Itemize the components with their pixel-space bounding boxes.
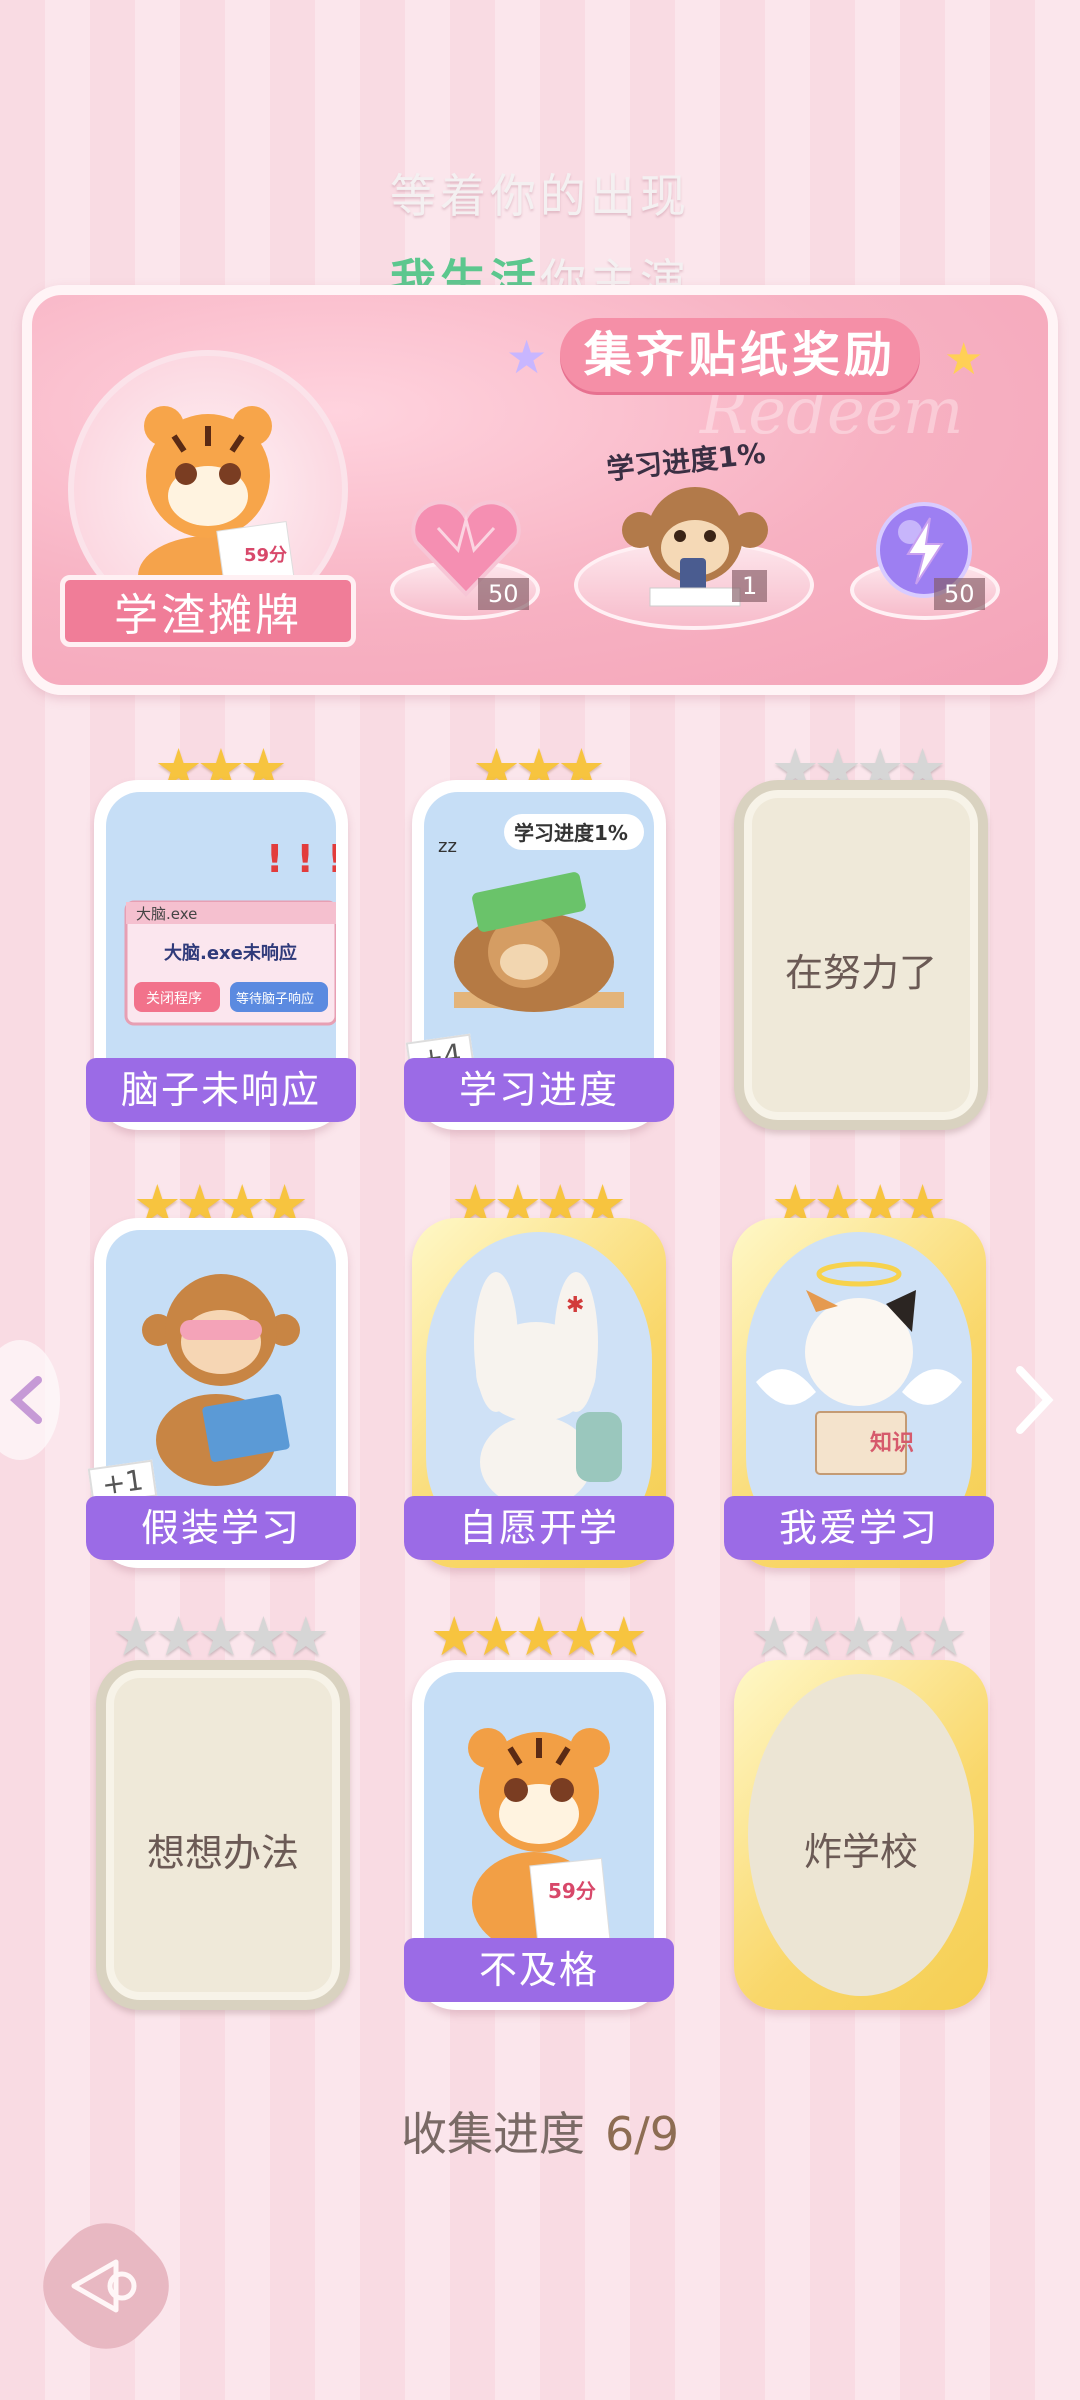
reward-count-badge: 1: [732, 570, 768, 602]
popup-message: 大脑.exe未响应: [164, 942, 297, 964]
star-icon: ★: [472, 1605, 521, 1668]
card-label: 不及格: [404, 1938, 674, 2002]
sparkle-star-icon: ★: [506, 330, 548, 384]
sticker-card-locked[interactable]: 炸学校: [734, 1660, 988, 2010]
reward-count-badge: 50: [934, 578, 985, 610]
card-label: 我爱学习: [724, 1496, 994, 1560]
card-label: 假装学习: [86, 1496, 356, 1560]
svg-text:zz: zz: [438, 836, 457, 857]
popup-btn-wait: 等待脑子响应: [236, 991, 314, 1007]
svg-text:! ! !: ! ! !: [266, 837, 336, 881]
sticker-card[interactable]: 知识 我爱学习: [724, 1218, 994, 1568]
next-page-button[interactable]: [1010, 1360, 1058, 1457]
star-icon: ★: [749, 1605, 799, 1668]
sticker-card[interactable]: 学习进度1% zz +4 学习进度: [404, 780, 674, 1130]
card-label: 炸学校: [803, 1830, 918, 1874]
card-label: 想想办法: [146, 1830, 299, 1875]
banner-title: 集齐贴纸奖励: [560, 318, 920, 392]
star-icon: ★: [792, 1605, 841, 1668]
svg-text:✱: ✱: [566, 1293, 584, 1318]
book-text: 知识: [870, 1430, 914, 1456]
star-icon: ★: [877, 1605, 926, 1668]
star-icon: ★: [281, 1605, 331, 1668]
paper-score: 59分: [548, 1879, 596, 1903]
card-stars: ★ ★ ★ ★ ★: [94, 1610, 348, 1664]
sparkle-star-icon: ★: [944, 334, 984, 385]
star-icon: ★: [514, 1605, 564, 1668]
progress-value: 6/9: [604, 2107, 680, 2161]
star-icon: ★: [239, 1605, 288, 1668]
card-label: 脑子未响应: [86, 1058, 356, 1122]
card-stars: ★ ★ ★ ★ ★: [732, 1610, 986, 1664]
sticker-card[interactable]: 59分 不及格: [404, 1660, 674, 2010]
chevron-left-icon: [10, 1376, 42, 1424]
star-icon: ★: [919, 1605, 969, 1668]
star-icon: ★: [599, 1605, 649, 1668]
sticker-card[interactable]: ✱ 自愿开学: [404, 1218, 674, 1568]
sticker-card[interactable]: +1 假装学习: [86, 1218, 356, 1568]
star-icon: ★: [111, 1605, 161, 1668]
popup-title: 大脑.exe: [136, 905, 197, 923]
sticker-card-locked[interactable]: 在努力了: [734, 780, 988, 1130]
star-icon: ★: [196, 1605, 246, 1668]
progress-label: 收集进度: [400, 2107, 585, 2161]
card-label: 学习进度: [404, 1058, 674, 1122]
back-arrow-icon: [71, 2259, 137, 2313]
star-icon: ★: [557, 1605, 606, 1668]
popup-btn-close: 关闭程序: [146, 991, 202, 1007]
chevron-right-icon: [1016, 1366, 1054, 1434]
star-icon: ★: [154, 1605, 203, 1668]
star-icon: ★: [429, 1605, 479, 1668]
prev-page-button[interactable]: [0, 1340, 60, 1460]
sticker-card[interactable]: ! ! ! 大脑.exe 大脑.exe未响应 关闭程序 等待脑子响应 脑子未响应: [86, 780, 356, 1130]
sticker-card-locked[interactable]: 想想办法: [96, 1660, 350, 2010]
paper-score: 59分: [244, 545, 287, 566]
card-label: 在努力了: [784, 950, 937, 995]
card-label: 自愿开学: [404, 1496, 674, 1560]
slogan-line-1: 等着你的出现: [390, 169, 690, 223]
reward-count-badge: 50: [478, 578, 529, 610]
collection-progress: 收集进度 6/9: [0, 2098, 1080, 2164]
main-reward-ribbon: 学渣摊牌: [60, 575, 356, 647]
card-stars: ★ ★ ★ ★ ★: [412, 1610, 666, 1664]
star-icon: ★: [834, 1605, 884, 1668]
speech-bubble: 学习进度1%: [514, 821, 628, 845]
